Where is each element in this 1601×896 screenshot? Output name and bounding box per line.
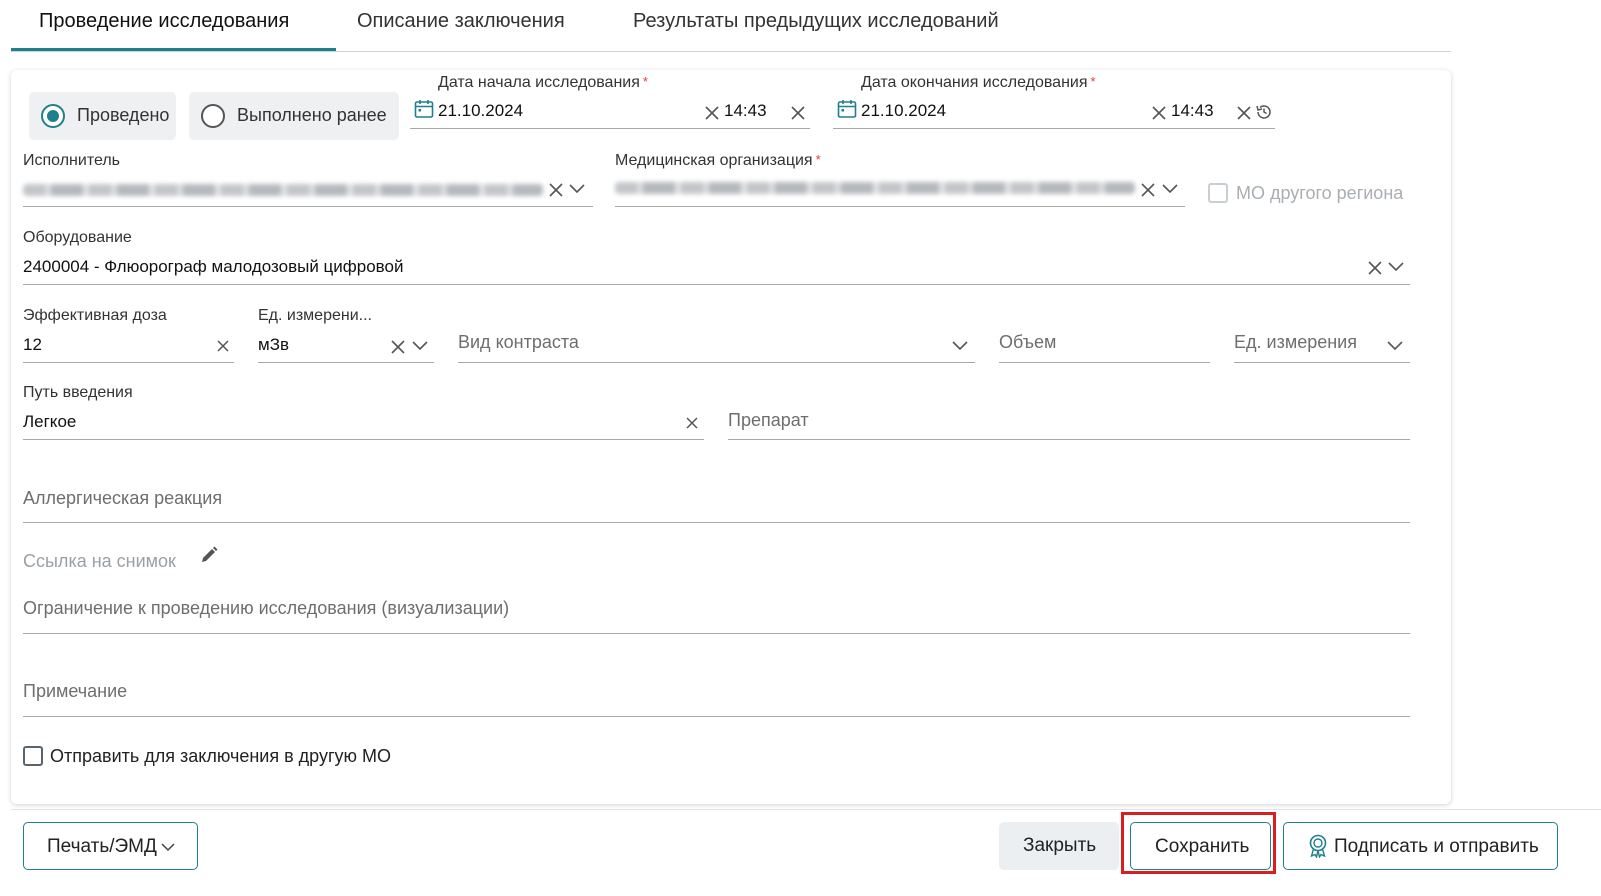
clear-start-date-icon[interactable] xyxy=(705,106,719,120)
clear-dose-icon[interactable] xyxy=(217,340,229,352)
performer-underline xyxy=(23,206,593,207)
volume-input[interactable]: Объем xyxy=(999,332,1056,353)
end-date-underline xyxy=(833,128,1275,129)
med-org-value-redacted[interactable] xyxy=(615,182,1135,194)
start-date-input[interactable]: 21.10.2024 xyxy=(438,101,523,121)
dose-unit-underline xyxy=(258,362,434,363)
footer-divider xyxy=(11,809,1601,810)
clear-med-org-icon[interactable] xyxy=(1141,183,1155,197)
chevron-down-icon[interactable] xyxy=(1162,184,1178,194)
chevron-down-icon[interactable] xyxy=(1387,341,1403,351)
restriction-input[interactable]: Ограничение к проведению исследования (в… xyxy=(23,598,509,619)
clear-end-time-icon[interactable] xyxy=(1237,106,1251,120)
chevron-down-icon[interactable] xyxy=(1388,262,1404,272)
tab-study-execution[interactable]: Проведение исследования xyxy=(39,10,289,33)
drug-input[interactable]: Препарат xyxy=(728,410,809,431)
sign-and-send-button[interactable]: Подписать и отправить xyxy=(1283,822,1558,870)
radio-done-earlier-label: Выполнено ранее xyxy=(237,105,387,125)
equipment-label: Оборудование xyxy=(23,229,132,246)
print-emd-button[interactable]: Печать/ЭМД xyxy=(23,822,198,870)
radio-done-earlier[interactable]: Выполнено ранее xyxy=(189,92,399,140)
dose-unit-select[interactable]: мЗв xyxy=(258,335,289,355)
end-date-input[interactable]: 21.10.2024 xyxy=(861,101,946,121)
clear-route-icon[interactable] xyxy=(686,417,698,429)
dose-input[interactable]: 12 xyxy=(23,335,42,355)
end-date-label-text: Дата окончания исследования xyxy=(861,74,1088,91)
send-other-mo-label: Отправить для заключения в другую МО xyxy=(50,746,392,766)
note-input[interactable]: Примечание xyxy=(23,681,127,702)
start-date-label: Дата начала исследования * xyxy=(438,74,648,92)
clear-start-time-icon[interactable] xyxy=(791,106,805,120)
dose-unit-label: Ед. измерени... xyxy=(258,307,372,324)
image-link-field: Ссылка на снимок xyxy=(23,551,176,571)
other-region-label: МО другого региона xyxy=(1236,183,1404,203)
start-date-underline xyxy=(410,128,810,129)
chevron-down-icon[interactable] xyxy=(569,184,585,194)
radio-done-earlier-circle xyxy=(201,104,225,128)
equipment-select[interactable]: 2400004 - Флюорограф малодозовый цифрово… xyxy=(23,257,403,277)
print-emd-label: Печать/ЭМД xyxy=(47,836,157,857)
route-label: Путь введения xyxy=(23,384,133,401)
tab-conclusion-description[interactable]: Описание заключения xyxy=(357,10,565,33)
other-region-checkbox[interactable] xyxy=(1208,183,1228,203)
radio-performed[interactable]: Проведено xyxy=(29,92,176,140)
clear-dose-unit-icon[interactable] xyxy=(391,340,405,354)
volume-underline xyxy=(999,362,1210,363)
required-mark: * xyxy=(1090,74,1096,89)
route-underline xyxy=(23,439,704,440)
med-org-label-text: Медицинская организация xyxy=(615,152,813,169)
radio-performed-circle xyxy=(41,104,65,128)
allergy-input[interactable]: Аллергическая реакция xyxy=(23,488,222,509)
tab-previous-results[interactable]: Результаты предыдущих исследований xyxy=(633,10,999,33)
send-other-mo-checkbox[interactable] xyxy=(23,746,43,766)
performer-value-redacted[interactable] xyxy=(23,184,543,196)
med-org-underline xyxy=(615,206,1185,207)
contrast-underline xyxy=(458,362,975,363)
tab-bar: Проведение исследования Описание заключе… xyxy=(11,0,1451,52)
clear-equipment-icon[interactable] xyxy=(1368,261,1382,275)
close-label: Закрыть xyxy=(1023,835,1097,856)
signature-badge-icon xyxy=(1309,834,1327,858)
active-tab-indicator xyxy=(11,48,336,51)
sign-and-send-label: Подписать и отправить xyxy=(1334,836,1539,857)
drug-underline xyxy=(728,439,1410,440)
chevron-down-icon[interactable] xyxy=(952,341,968,351)
pencil-icon[interactable] xyxy=(199,545,219,565)
clear-performer-icon[interactable] xyxy=(549,183,563,197)
dose-label: Эффективная доза xyxy=(23,307,167,324)
calendar-icon[interactable] xyxy=(837,99,857,119)
close-button[interactable]: Закрыть xyxy=(999,822,1119,870)
note-underline xyxy=(23,716,1410,717)
route-input[interactable]: Легкое xyxy=(23,412,76,432)
end-date-label: Дата окончания исследования * xyxy=(861,74,1096,92)
volume-unit-select[interactable]: Ед. измерения xyxy=(1234,332,1357,353)
start-time-input[interactable]: 14:43 xyxy=(724,101,767,121)
performer-label: Исполнитель xyxy=(23,152,121,169)
radio-performed-label: Проведено xyxy=(77,105,170,125)
start-date-label-text: Дата начала исследования xyxy=(438,74,640,91)
equipment-underline xyxy=(23,284,1410,285)
clear-end-date-icon[interactable] xyxy=(1152,106,1166,120)
study-form-card: Проведено Выполнено ранее Дата начала ис… xyxy=(11,70,1451,804)
chevron-down-icon[interactable] xyxy=(412,341,428,351)
calendar-icon[interactable] xyxy=(414,99,434,119)
clock-history-icon[interactable] xyxy=(1255,103,1273,121)
end-time-input[interactable]: 14:43 xyxy=(1171,101,1214,121)
chevron-down-icon xyxy=(161,843,175,852)
allergy-underline xyxy=(23,522,1410,523)
dose-underline xyxy=(23,362,234,363)
required-mark: * xyxy=(642,74,648,89)
restriction-underline xyxy=(23,633,1410,634)
required-mark: * xyxy=(815,152,821,167)
volume-unit-underline xyxy=(1234,362,1410,363)
save-button-highlight xyxy=(1121,812,1276,874)
med-org-label: Медицинская организация * xyxy=(615,152,821,170)
contrast-select[interactable]: Вид контраста xyxy=(458,332,579,353)
